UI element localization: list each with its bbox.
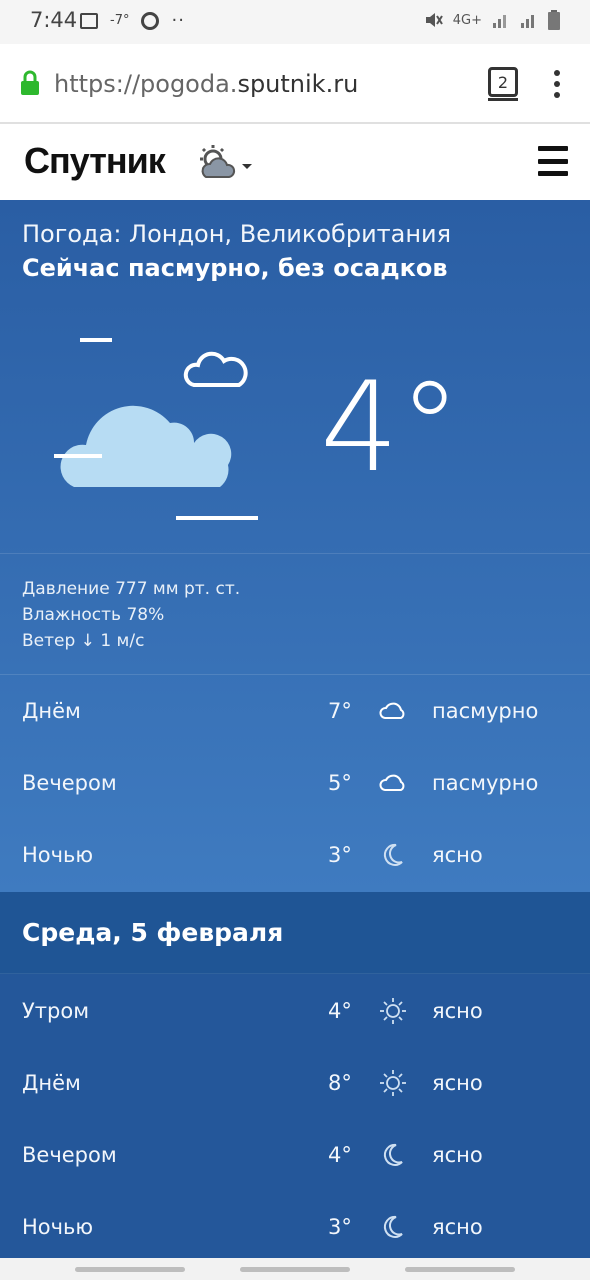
period-temp: 4°: [328, 1143, 352, 1167]
nav-recents[interactable]: [75, 1267, 185, 1272]
lock-icon: [21, 70, 39, 95]
period-label: Вечером: [22, 771, 117, 795]
current-temperature: 4°: [320, 356, 461, 500]
overcast-icon: [54, 338, 258, 520]
browser-url-bar: https://pogoda.sputnik.ru 2: [0, 44, 590, 124]
day-title: Среда, 5 февраля: [22, 918, 284, 947]
status-time: 7:44: [30, 8, 78, 32]
url-prefix: https://pogoda.: [54, 70, 238, 98]
status-right-icons: 4G+: [423, 10, 560, 30]
site-header: Спутник: [0, 124, 590, 200]
forecast-row: Вечером 5° пасмурно: [0, 747, 590, 819]
forecast-row: Днём 8° ясно: [0, 1047, 590, 1119]
hamburger-menu-button[interactable]: [538, 146, 568, 176]
forecast-row: Утром 4° ясно: [0, 975, 590, 1047]
divider: [0, 553, 590, 554]
site-logo[interactable]: Спутник: [24, 140, 166, 182]
cloud-icon: [379, 774, 405, 791]
period-condition: пасмурно: [432, 771, 539, 795]
image-icon: [80, 12, 98, 29]
period-label: Днём: [22, 1071, 81, 1095]
more-dots-icon: ··: [171, 10, 185, 31]
status-left-icons: -7° ··: [80, 10, 185, 31]
moon-icon: [383, 843, 403, 866]
period-temp: 8°: [328, 1071, 352, 1095]
hamburger-line: [538, 171, 568, 176]
period-condition: ясно: [432, 843, 483, 867]
period-condition: ясно: [432, 1071, 483, 1095]
url-field[interactable]: https://pogoda.sputnik.ru: [54, 70, 358, 98]
moon-icon: [383, 1143, 403, 1166]
cloud-icon: [379, 702, 405, 719]
sun-icon: [380, 998, 406, 1024]
mute-icon: [425, 13, 443, 27]
period-condition: пасмурно: [432, 699, 539, 723]
browser-menu-button[interactable]: [552, 70, 562, 98]
menu-dot: [554, 81, 560, 87]
period-condition: ясно: [432, 1215, 483, 1239]
wind-text: Ветер ↓ 1 м/с: [22, 631, 145, 651]
current-weather: Погода: Лондон, Великобритания Сейчас па…: [0, 200, 590, 892]
day-header: Среда, 5 февраля: [0, 892, 590, 974]
hamburger-line: [538, 146, 568, 151]
network-type: 4G+: [452, 12, 482, 28]
hamburger-line: [538, 158, 568, 164]
next-day-forecast: Среда, 5 февраля Утром 4° ясно Днём 8° я…: [0, 892, 590, 1258]
status-bar: 7:44 -7° ·· 4G+: [0, 0, 590, 44]
sun-icon: [380, 1070, 406, 1096]
period-temp: 3°: [328, 843, 352, 867]
forecast-row: Днём 7° пасмурно: [0, 675, 590, 747]
period-temp: 4°: [328, 999, 352, 1023]
period-condition: ясно: [432, 999, 483, 1023]
weather-details: Давление 777 мм рт. ст. Влажность 78% Ве…: [22, 576, 240, 654]
url-domain: sputnik.ru: [237, 70, 359, 98]
location-title: Погода: Лондон, Великобритания: [22, 220, 452, 248]
battery-icon: [548, 10, 560, 30]
menu-dot: [554, 92, 560, 98]
period-label: Ночью: [22, 1215, 94, 1239]
period-temp: 7°: [328, 699, 352, 723]
humidity-text: Влажность 78%: [22, 605, 165, 625]
dnd-icon: [141, 11, 160, 30]
temp-indicator: -7°: [110, 13, 130, 28]
forecast-row: Вечером 4° ясно: [0, 1119, 590, 1191]
signal-icon: [493, 15, 506, 28]
period-label: Вечером: [22, 1143, 117, 1167]
menu-dot: [554, 70, 560, 76]
system-nav-bar: [0, 1258, 590, 1280]
period-label: Ночью: [22, 843, 94, 867]
forecast-row: Ночью 3° ясно: [0, 1191, 590, 1263]
period-label: Днём: [22, 699, 81, 723]
tabs-button[interactable]: 2: [488, 67, 518, 101]
pressure-text: Давление 777 мм рт. ст.: [22, 579, 241, 599]
period-condition: ясно: [432, 1143, 483, 1167]
moon-icon: [383, 1215, 403, 1238]
signal-icon-2: [521, 15, 534, 28]
period-temp: 3°: [328, 1215, 352, 1239]
current-summary: Сейчас пасмурно, без осадков: [22, 254, 448, 282]
nav-home[interactable]: [240, 1267, 350, 1272]
forecast-row: Ночью 3° ясно: [0, 819, 590, 891]
period-temp: 5°: [328, 771, 352, 795]
period-label: Утром: [22, 999, 90, 1023]
nav-back[interactable]: [405, 1267, 515, 1272]
weather-menu-icon[interactable]: [196, 144, 256, 184]
